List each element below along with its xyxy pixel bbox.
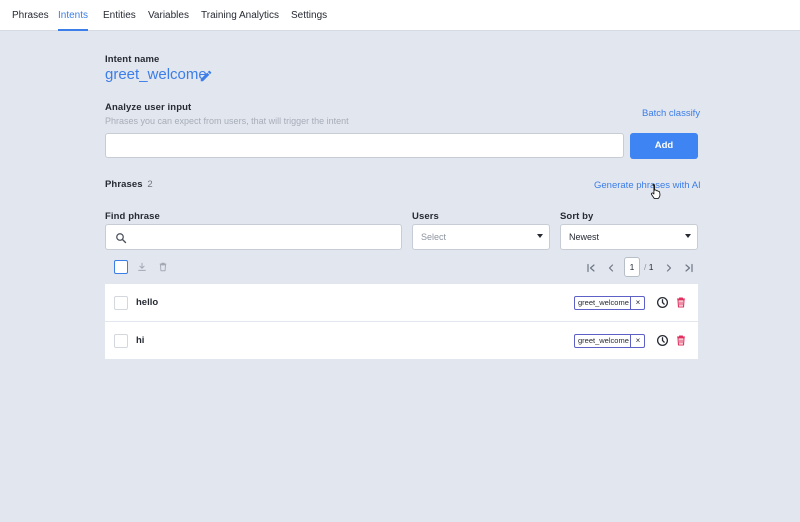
tab-settings[interactable]: Settings <box>291 0 327 31</box>
download-icon[interactable] <box>137 262 147 272</box>
clock-icon[interactable] <box>656 296 669 309</box>
find-phrase-input[interactable] <box>105 224 402 250</box>
row-checkbox[interactable] <box>114 296 128 310</box>
tab-training-analytics[interactable]: Training Analytics <box>201 0 279 31</box>
sort-select[interactable]: Newest <box>560 224 698 250</box>
intent-tag: greet_welcome × <box>574 296 645 310</box>
page-total: / 1 <box>644 262 653 272</box>
tag-divider <box>630 297 631 309</box>
tag-remove-icon[interactable]: × <box>633 335 643 347</box>
analyze-hint: Phrases you can expect from users, that … <box>105 116 349 126</box>
users-select-placeholder: Select <box>421 232 447 242</box>
hand-pointer-cursor-icon <box>650 184 661 199</box>
tab-phrases[interactable]: Phrases <box>12 0 49 31</box>
phrase-text: hi <box>136 335 145 346</box>
next-page-icon[interactable] <box>663 262 675 274</box>
clock-icon[interactable] <box>656 334 669 347</box>
select-all-checkbox[interactable] <box>114 260 128 274</box>
page-separator: / <box>644 262 647 272</box>
chevron-down-icon <box>537 234 543 238</box>
analyze-label: Analyze user input <box>105 102 192 113</box>
last-page-icon[interactable] <box>683 262 695 274</box>
pencil-icon[interactable] <box>199 69 213 83</box>
total-pages: 1 <box>648 262 654 272</box>
tag-remove-icon[interactable]: × <box>633 297 643 309</box>
users-label: Users <box>412 211 439 222</box>
phrases-label: Phrases <box>105 179 143 190</box>
delete-icon[interactable] <box>675 334 687 347</box>
phrases-count: 2 <box>147 179 153 190</box>
first-page-icon[interactable] <box>585 262 597 274</box>
add-button[interactable]: Add <box>630 133 698 159</box>
batch-classify-link[interactable]: Batch classify <box>642 108 700 119</box>
tab-variables[interactable]: Variables <box>148 0 189 31</box>
generate-phrases-link[interactable]: Generate phrases with AI <box>594 180 701 191</box>
phrase-row: hi greet_welcome × <box>105 322 698 359</box>
trash-icon[interactable] <box>158 262 168 272</box>
tag-divider <box>630 335 631 347</box>
phrases-heading: Phrases 2 <box>105 179 153 190</box>
intent-tag: greet_welcome × <box>574 334 645 348</box>
sort-label: Sort by <box>560 211 594 222</box>
tab-entities[interactable]: Entities <box>103 0 136 31</box>
find-phrase-label: Find phrase <box>105 211 160 222</box>
chevron-down-icon <box>685 234 691 238</box>
intent-name-label: Intent name <box>105 54 160 65</box>
top-navigation: Phrases Intents Entities Variables Train… <box>0 0 800 31</box>
intent-name: greet_welcome <box>105 66 207 83</box>
phrase-text: hello <box>136 297 159 308</box>
intent-tag-label: greet_welcome <box>578 336 629 345</box>
phrase-row: hello greet_welcome × <box>105 284 698 321</box>
sort-select-value: Newest <box>569 232 600 242</box>
delete-icon[interactable] <box>675 296 687 309</box>
search-icon <box>116 233 127 244</box>
analyze-input[interactable] <box>105 133 624 158</box>
intent-tag-label: greet_welcome <box>578 298 629 307</box>
users-select[interactable]: Select <box>412 224 550 250</box>
row-checkbox[interactable] <box>114 334 128 348</box>
current-page-input[interactable]: 1 <box>624 257 640 277</box>
tab-intents[interactable]: Intents <box>58 0 89 31</box>
previous-page-icon[interactable] <box>605 262 617 274</box>
